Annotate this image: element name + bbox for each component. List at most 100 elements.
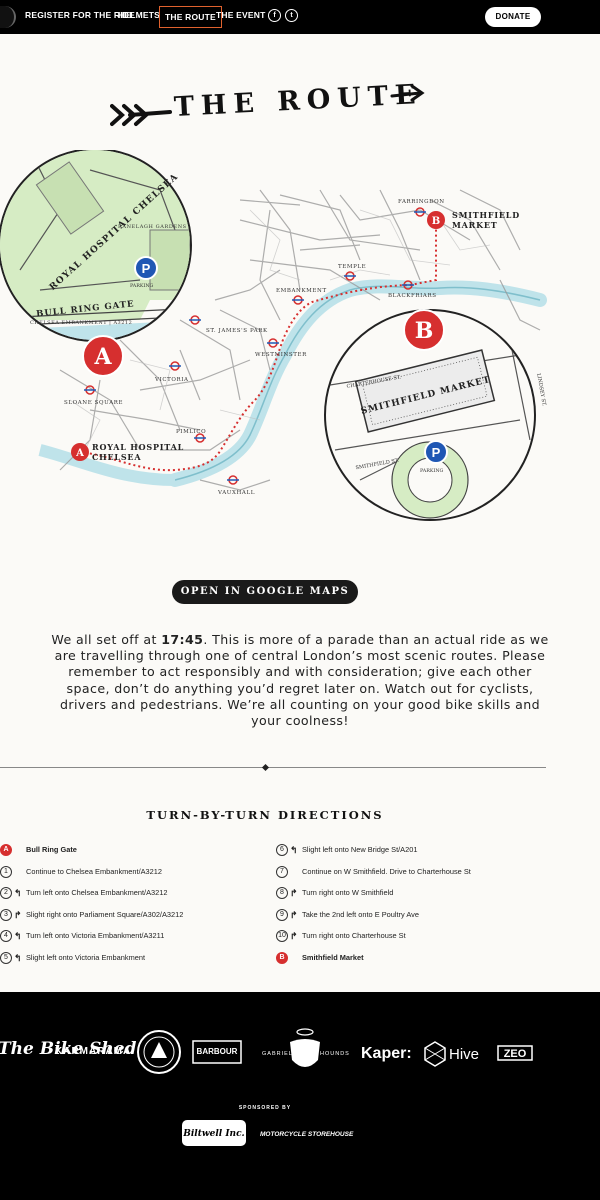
direction-step: A Bull Ring Gate	[0, 843, 260, 857]
start-label: ROYAL HOSPITAL	[92, 442, 184, 452]
divider	[0, 767, 546, 768]
twitter-icon[interactable]: t	[285, 9, 298, 22]
step-text: Continue on W Smithfield. Drive to Chart…	[302, 866, 471, 876]
svg-text:P: P	[432, 445, 441, 460]
map-label: RANELAGH GARDENS	[118, 224, 187, 230]
svg-text:MOTORCYCLE STOREHOUSE: MOTORCYCLE STOREHOUSE	[260, 1131, 354, 1138]
svg-text:P: P	[142, 261, 151, 276]
svg-text:A: A	[93, 344, 112, 370]
facebook-icon[interactable]: f	[268, 9, 281, 22]
donate-button[interactable]: DONATE	[485, 7, 541, 27]
step-text: Turn right onto W Smithfield	[302, 888, 394, 897]
svg-text:ZEO: ZEO	[504, 1048, 527, 1060]
svg-text:KARMARAMA: KARMARAMA	[55, 1046, 131, 1057]
direction-step: 1 Continue to Chelsea Embankment/A3212	[0, 865, 260, 879]
direction-step: 9 ↱ Take the 2nd left onto E Poultry Ave	[276, 908, 536, 922]
biltwell-logo[interactable]: Biltwell Inc.	[182, 1120, 246, 1146]
station-label: PIMLICO	[176, 429, 206, 435]
barbour-logo[interactable]: BARBOUR	[192, 1040, 242, 1064]
step-text: Turn right onto Charterhouse St	[302, 931, 406, 940]
hive-logo[interactable]: Hive	[424, 1041, 479, 1067]
end-label: MARKET	[452, 220, 498, 230]
direction-step: 4 ↰ Turn left onto Victoria Embankment/A32…	[0, 929, 260, 943]
start-time: 17:45	[161, 632, 204, 647]
intro-paragraph: We all set off at 17:45. This is more of…	[51, 632, 549, 729]
turn-arrow-icon: ↱	[290, 909, 298, 920]
route-map[interactable]: FARRINGDON TEMPLE EMBANKMENT BLACKFRIARS…	[0, 150, 600, 550]
club-badge-logo[interactable]	[137, 1030, 181, 1074]
step-number: 3	[0, 908, 12, 921]
step-number: 8	[276, 887, 288, 899]
svg-text:B: B	[432, 216, 440, 227]
direction-step: 6 ↰ Slight left onto New Bridge St/A201	[276, 843, 536, 857]
step-text: Bull Ring Gate	[26, 845, 77, 854]
direction-step: B Smithfield Market	[276, 951, 536, 965]
page-title-block: THE ROUTE	[110, 79, 430, 132]
karmarama-logo[interactable]: KARMARAMA	[55, 1046, 131, 1057]
open-google-maps-button[interactable]: OPEN IN GOOGLE MAPS	[172, 580, 358, 604]
inset-circle-a: ROYAL HOSPITAL CHELSEA RANELAGH GARDENS …	[0, 150, 192, 342]
turn-arrow-icon: ↰	[14, 888, 22, 898]
step-text: Continue to Chelsea Embankment/A3212	[26, 866, 162, 876]
direction-step: 2 ↰ Turn left onto Chelsea Embankment/A321…	[0, 886, 260, 900]
motorcycle-storehouse-logo[interactable]: MOTORCYCLE STOREHOUSE	[260, 1131, 354, 1138]
step-text: Slight right onto Parliament Square/A302…	[26, 909, 184, 919]
start-marker[interactable]: A	[71, 443, 89, 461]
station-label: FARRINGDON	[398, 199, 445, 205]
map-label: LINDSEY ST.	[535, 373, 547, 407]
svg-text:Kaper:: Kaper:	[361, 1045, 412, 1062]
parking-icon: P	[134, 256, 158, 280]
page-title: THE ROUTE	[173, 79, 424, 123]
top-nav: REGISTER FOR THE RIDE HELMETS THE ROUTE …	[0, 0, 600, 34]
direction-step: 3 ↱ Slight right onto Parliament Square/A3…	[0, 908, 260, 922]
end-label: SMITHFIELD	[452, 210, 520, 220]
station-label: TEMPLE	[338, 264, 366, 270]
directions-title: TURN-BY-TURN DIRECTIONS	[146, 808, 384, 822]
step-number: 10	[276, 930, 288, 942]
inset-a-marker: A	[82, 335, 124, 377]
svg-text:GABRIEL: GABRIEL	[262, 1051, 293, 1057]
turn-arrow-icon: ↱	[14, 909, 22, 920]
start-label: CHELSEA	[92, 452, 141, 462]
step-number: 1	[0, 865, 12, 878]
direction-step: 10 ↱ Turn right onto Charterhouse St	[276, 929, 536, 943]
direction-step: 5 ↰ Slight left onto Victoria Embankment	[0, 951, 260, 965]
station-label: BLACKFRIARS	[388, 293, 437, 299]
gabriel-hounds-logo[interactable]: GABRIEL HOUNDS	[262, 1028, 350, 1067]
station-label: ST. JAMES'S PARK	[206, 328, 268, 334]
step-text: Take the 2nd left onto E Poultry Ave	[302, 909, 419, 919]
step-number: 6	[276, 844, 288, 856]
step-text: Turn left onto Chelsea Embankment/A3212	[26, 888, 168, 897]
inset-b-marker: B	[403, 309, 445, 351]
svg-text:HOUNDS: HOUNDS	[320, 1051, 350, 1057]
logo[interactable]	[0, 6, 16, 28]
waypoint-marker-icon: B	[276, 951, 288, 964]
step-number: 4	[0, 930, 12, 942]
svg-text:Biltwell Inc.: Biltwell Inc.	[182, 1129, 244, 1139]
svg-text:A: A	[75, 448, 84, 459]
kaper-logo[interactable]: Kaper:	[361, 1045, 412, 1062]
station-label: VAUXHALL	[217, 490, 255, 496]
turn-arrow-icon: ↱	[290, 931, 298, 941]
nav-the-event[interactable]: THE EVENT	[216, 10, 266, 20]
sponsored-by-label: SPONSORED BY	[238, 1105, 292, 1111]
map-label: CHELSEA EMBANKMENT | A3212	[30, 320, 132, 326]
map-label: PARKING	[420, 468, 444, 474]
station-label: SLOANE SQUARE	[64, 400, 123, 406]
step-number: 7	[276, 865, 288, 878]
footer: The Bike Shed KARMARAMA BARBOUR GABRIEL …	[0, 992, 600, 1200]
step-text: Slight left onto Victoria Embankment	[26, 952, 145, 962]
svg-text:B: B	[415, 318, 434, 344]
station-label: VICTORIA	[154, 377, 189, 383]
station-label: EMBANKMENT	[276, 288, 327, 294]
partner-logos: The Bike Shed KARMARAMA BARBOUR GABRIEL …	[0, 1028, 533, 1146]
end-marker[interactable]: B	[427, 211, 445, 229]
turn-arrow-icon: ↱	[290, 888, 298, 898]
station-label: WESTMINSTER	[255, 352, 307, 358]
nav-the-route[interactable]: THE ROUTE	[159, 6, 222, 28]
parking-icon: P	[424, 440, 448, 464]
nav-helmets[interactable]: HELMETS	[118, 10, 160, 20]
arrow-head-icon	[390, 84, 425, 102]
step-text: Slight left onto New Bridge St/A201	[302, 845, 418, 854]
zeo-logo[interactable]: ZEO	[497, 1045, 533, 1061]
